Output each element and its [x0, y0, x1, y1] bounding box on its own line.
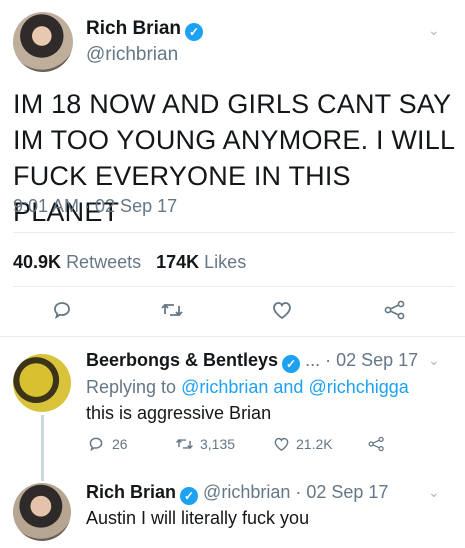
chevron-down-icon[interactable]: ⌄ — [428, 22, 440, 39]
mention-link[interactable]: @richchigga — [308, 377, 408, 397]
verified-badge-icon: ✓ — [180, 487, 199, 505]
likes-label[interactable]: Likes — [204, 252, 246, 272]
retweet-count: 3,135 — [200, 436, 236, 452]
reply-text: Austin I will literally fuck you — [86, 508, 310, 528]
tweet-timestamp[interactable]: 9:01 AM · 02 Sep 17 — [13, 196, 177, 217]
author-name[interactable]: Beerbongs & Bentleys — [86, 350, 278, 370]
heart-icon — [274, 437, 289, 452]
chevron-down-icon[interactable]: ⌄ — [428, 484, 440, 501]
reply-date[interactable]: · 02 Sep 17 — [325, 350, 418, 370]
replying-and[interactable]: and — [273, 377, 303, 397]
share-icon — [368, 436, 384, 452]
reply-author-row: Beerbongs & Bentleys ✓ ... · 02 Sep 17 — [86, 350, 418, 373]
divider — [0, 336, 465, 337]
reply-date[interactable]: · 02 Sep 17 — [295, 482, 388, 502]
author-name[interactable]: Rich Brian — [86, 482, 176, 502]
thread-line — [41, 415, 44, 481]
reply-icon — [89, 437, 103, 452]
replying-prefix: Replying to — [86, 377, 177, 397]
tweet-stats: 40.9K Retweets 174K Likes — [13, 252, 246, 273]
like-button[interactable] — [271, 300, 293, 325]
verified-badge-icon: ✓ — [282, 355, 301, 373]
replying-to: Replying to @richbrian and @richchigga — [86, 377, 409, 398]
verified-badge-icon: ✓ — [185, 23, 204, 41]
retweets-label[interactable]: Retweets — [66, 252, 141, 272]
divider — [13, 232, 455, 233]
mention-link[interactable]: @richbrian — [181, 377, 268, 397]
author-name[interactable]: Rich Brian — [86, 18, 181, 39]
heart-icon — [273, 302, 291, 320]
author-handle[interactable]: ... — [305, 350, 320, 370]
retweet-icon — [176, 439, 193, 449]
author-handle[interactable]: @richbrian — [86, 44, 178, 66]
avatar[interactable] — [13, 12, 73, 72]
author-handle[interactable]: @richbrian — [203, 482, 290, 502]
reply-button[interactable] — [52, 300, 72, 325]
retweet-button[interactable] — [160, 300, 184, 325]
author-row: Rich Brian ✓ — [86, 18, 204, 41]
like-button[interactable]: 21.2K — [273, 436, 333, 452]
share-icon — [384, 300, 405, 320]
like-count: 21.2K — [296, 436, 333, 452]
chevron-down-icon[interactable]: ⌄ — [428, 352, 440, 369]
retweet-button[interactable]: 3,135 — [175, 436, 235, 452]
reply-author-row: Rich Brian ✓ @richbrian · 02 Sep 17 — [86, 482, 388, 505]
divider — [13, 286, 455, 287]
share-button[interactable] — [384, 300, 406, 325]
reply-count: 26 — [112, 436, 128, 452]
retweet-icon — [161, 303, 183, 317]
share-button[interactable] — [368, 436, 385, 455]
reply-text: this is aggressive Brian — [86, 403, 272, 423]
retweet-count[interactable]: 40.9K — [13, 252, 61, 272]
reply-button[interactable]: 26 — [88, 436, 128, 452]
avatar[interactable] — [13, 483, 71, 541]
like-count[interactable]: 174K — [156, 252, 199, 272]
reply-icon — [54, 302, 70, 320]
avatar[interactable] — [13, 354, 71, 412]
